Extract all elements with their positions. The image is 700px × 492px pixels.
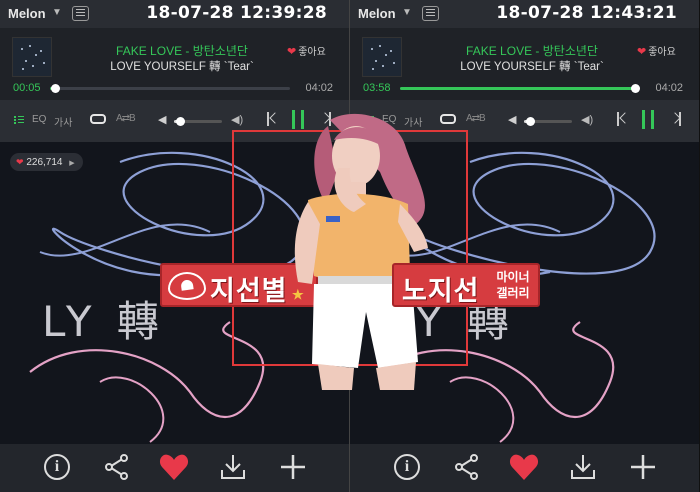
pause-icon[interactable]: [292, 110, 304, 129]
heart-icon[interactable]: [158, 452, 189, 482]
volume-icon[interactable]: ◀: [508, 113, 516, 126]
progress-bar[interactable]: [50, 84, 290, 93]
chat-icon[interactable]: [72, 6, 89, 21]
download-icon[interactable]: [568, 452, 598, 482]
bottom-toolbar: i: [350, 444, 699, 492]
volume-up-icon[interactable]: ◀): [581, 113, 593, 126]
repeat-icon[interactable]: [440, 114, 456, 124]
like-label: 좋아요: [648, 47, 676, 58]
album-cover[interactable]: [362, 37, 402, 77]
volume-slider[interactable]: [174, 117, 222, 126]
download-icon[interactable]: [218, 452, 248, 482]
song-title[interactable]: FAKE LOVE - 방탄소년단: [62, 42, 302, 59]
volume-slider[interactable]: [524, 117, 572, 126]
volume-icon[interactable]: ◀: [158, 113, 166, 126]
shuffle-icon[interactable]: A⇄B: [466, 113, 486, 124]
prev-icon[interactable]: [617, 112, 627, 126]
heart-icon: ❤: [637, 46, 647, 58]
next-icon[interactable]: [321, 112, 331, 126]
brand-menu[interactable]: Melon: [358, 6, 396, 21]
titlebar: Melon ▼ 18-07-28 12:43:21: [350, 0, 699, 28]
chevron-right-icon: ▶: [69, 160, 75, 167]
like-button[interactable]: ❤ 좋아요: [637, 42, 676, 60]
shuffle-icon[interactable]: A⇄B: [116, 113, 136, 124]
album-logo: LY 轉: [42, 297, 165, 346]
album-logo: LY 轉: [392, 297, 515, 346]
song-title[interactable]: FAKE LOVE - 방탄소년단: [412, 42, 652, 59]
bottom-toolbar: i: [0, 444, 349, 492]
playback-controls: EQ 가사 A⇄B ◀ ◀): [350, 100, 699, 142]
volume-up-icon[interactable]: ◀): [231, 113, 243, 126]
current-time: 00:05: [13, 82, 41, 94]
chat-icon[interactable]: [422, 6, 439, 21]
heart-icon[interactable]: [508, 452, 539, 482]
lyrics-button[interactable]: 가사: [404, 114, 422, 129]
album-name[interactable]: LOVE YOURSELF 轉 `Tear`: [412, 58, 652, 74]
album-artwork: LY 轉: [350, 142, 699, 444]
add-icon[interactable]: [278, 452, 308, 482]
current-time: 03:58: [363, 82, 391, 94]
album-cover[interactable]: [12, 37, 52, 77]
volume-handle[interactable]: [175, 117, 185, 126]
progress-fill: [400, 87, 636, 90]
next-icon[interactable]: [671, 112, 681, 126]
now-playing: FAKE LOVE - 방탄소년단 LOVE YOURSELF 轉 `Tear`…: [350, 28, 699, 100]
heart-icon: ❤: [16, 157, 24, 167]
list-icon[interactable]: [364, 116, 374, 124]
repeat-icon[interactable]: [90, 114, 106, 124]
playback-controls: EQ 가사 A⇄B ◀ ◀): [0, 100, 349, 142]
prev-icon[interactable]: [267, 112, 277, 126]
progress-handle[interactable]: [631, 84, 641, 93]
likes-badge[interactable]: ❤ 226,714 ▶: [10, 153, 83, 171]
progress-bar[interactable]: [400, 84, 641, 93]
like-button[interactable]: ❤ 좋아요: [287, 42, 326, 60]
titlebar: Melon ▼ 18-07-28 12:39:28: [0, 0, 349, 28]
brand-menu[interactable]: Melon: [8, 6, 46, 21]
share-icon[interactable]: [102, 452, 132, 482]
info-icon[interactable]: i: [44, 454, 70, 480]
lyrics-button[interactable]: 가사: [54, 114, 72, 129]
like-label: 좋아요: [298, 47, 326, 58]
player-window-left: Melon ▼ 18-07-28 12:39:28 FAKE LOVE - 방탄…: [0, 0, 349, 492]
total-time: 04:02: [655, 82, 683, 94]
likes-count: 226,714: [26, 157, 63, 168]
chevron-down-icon[interactable]: ▼: [52, 7, 62, 18]
player-window-right: Melon ▼ 18-07-28 12:43:21 FAKE LOVE - 방탄…: [350, 0, 699, 492]
volume-handle[interactable]: [525, 117, 535, 126]
share-icon[interactable]: [452, 452, 482, 482]
timestamp: 18-07-28 12:39:28: [146, 3, 327, 23]
pause-icon[interactable]: [642, 110, 654, 129]
eq-button[interactable]: EQ: [382, 114, 396, 125]
timestamp: 18-07-28 12:43:21: [496, 3, 677, 23]
heart-icon: ❤: [287, 46, 297, 58]
info-icon[interactable]: i: [394, 454, 420, 480]
add-icon[interactable]: [628, 452, 658, 482]
eq-button[interactable]: EQ: [32, 114, 46, 125]
total-time: 04:02: [305, 82, 333, 94]
list-icon[interactable]: [14, 116, 24, 124]
now-playing: FAKE LOVE - 방탄소년단 LOVE YOURSELF 轉 `Tear`…: [0, 28, 349, 100]
album-name[interactable]: LOVE YOURSELF 轉 `Tear`: [62, 58, 302, 74]
album-artwork: ❤ 226,714 ▶ LY 轉: [0, 142, 349, 444]
chevron-down-icon[interactable]: ▼: [402, 7, 412, 18]
progress-handle[interactable]: [50, 84, 60, 93]
